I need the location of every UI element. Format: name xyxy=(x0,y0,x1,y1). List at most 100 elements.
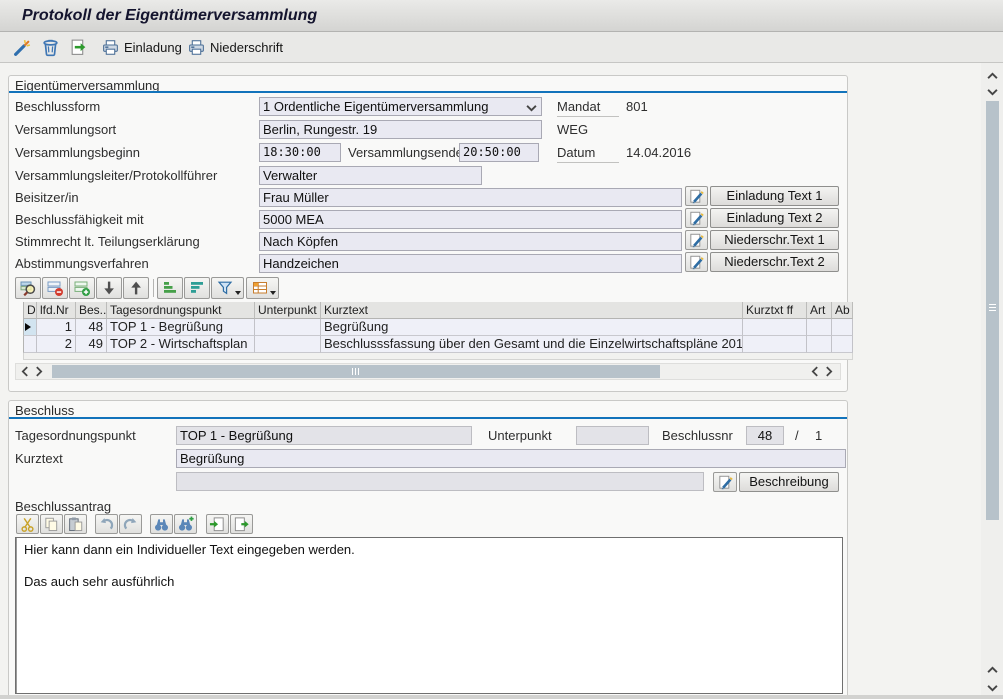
scroll-right-button[interactable] xyxy=(32,365,46,378)
focus-frame xyxy=(259,97,264,102)
insert-row-button[interactable] xyxy=(69,277,95,299)
vertical-scrollbar[interactable] xyxy=(981,63,1003,699)
versammlungsleiter-field[interactable]: Verwalter xyxy=(259,166,482,185)
unterpunkt-field[interactable] xyxy=(576,426,649,445)
move-down-button[interactable] xyxy=(96,277,122,299)
einladung-text2-button[interactable]: Einladung Text 2 xyxy=(710,208,839,228)
find-next-button[interactable] xyxy=(174,514,197,534)
column-header-tagesordnungspunkt[interactable]: Tagesordnungspunkt xyxy=(107,302,255,319)
delete-row-icon xyxy=(46,279,64,297)
table-search-button[interactable] xyxy=(15,277,41,299)
filter-icon xyxy=(216,279,234,297)
kurztext2-field[interactable] xyxy=(176,472,704,491)
export-text-button[interactable] xyxy=(230,514,253,534)
beschreibung-button[interactable]: Beschreibung xyxy=(739,472,839,492)
tagesordnungspunkt-field[interactable]: TOP 1 - Begrüßung xyxy=(176,426,472,445)
vertical-scroll-thumb[interactable] xyxy=(986,101,999,520)
beschlussantrag-textarea[interactable]: Hier kann dann ein Individueller Text ei… xyxy=(16,538,842,693)
column-header-ab[interactable]: Ab xyxy=(832,302,853,319)
dropdown-arrow-icon xyxy=(270,291,276,295)
paste-button[interactable] xyxy=(64,514,87,534)
scroll-right-button-right[interactable] xyxy=(822,365,836,378)
kurztext-field[interactable]: Begrüßung xyxy=(176,449,846,468)
scroll-down-button[interactable] xyxy=(985,85,999,98)
beschlussnr-seq: 1 xyxy=(815,426,822,445)
cell-lfdnr[interactable]: 1 xyxy=(37,319,76,336)
abstimmungsverfahren-field[interactable]: Handzeichen xyxy=(259,254,682,273)
versammlungsort-field[interactable]: Berlin, Rungestr. 19 xyxy=(259,120,542,139)
table-horizontal-scrollbar[interactable] xyxy=(15,363,841,380)
cut-button[interactable] xyxy=(16,514,39,534)
search-icon xyxy=(19,279,37,297)
cell-art[interactable] xyxy=(807,336,832,353)
cell-ab[interactable] xyxy=(832,319,853,336)
export-button[interactable] xyxy=(66,35,91,59)
scroll-left-button[interactable] xyxy=(18,365,32,378)
import-text-button[interactable] xyxy=(206,514,229,534)
column-header-lfdnr[interactable]: lfd.Nr xyxy=(37,302,76,319)
niederschrift-text2-button[interactable]: Niederschr.Text 2 xyxy=(710,252,839,272)
edit-niederschrift-text1-icon-button[interactable] xyxy=(685,230,708,250)
column-header-selection[interactable]: D.. xyxy=(23,302,37,319)
versammlungsende-field[interactable]: 20:50:00 xyxy=(459,143,539,162)
arrow-up-icon xyxy=(127,279,145,297)
column-header-bes[interactable]: Bes.. xyxy=(76,302,107,319)
datum-value: 14.04.2016 xyxy=(626,143,691,162)
versammlungsbeginn-label: Versammlungsbeginn xyxy=(15,143,140,162)
column-header-unterpunkt[interactable]: Unterpunkt xyxy=(255,302,321,319)
table-row[interactable]: 1 48 TOP 1 - Begrüßung Begrüßung xyxy=(23,319,853,336)
table-row[interactable]: 2 49 TOP 2 - Wirtschaftsplan Beschlusssf… xyxy=(23,336,853,353)
edit-beschreibung-icon-button[interactable] xyxy=(713,472,737,492)
cell-kurztxtff[interactable] xyxy=(743,336,807,353)
cell-ab[interactable] xyxy=(832,336,853,353)
undo-button[interactable] xyxy=(95,514,118,534)
cell-kurztext[interactable]: Beschlusssfassung über den Gesamt und di… xyxy=(321,336,743,353)
print-einladung-button[interactable]: Einladung xyxy=(98,35,185,59)
beschlussantrag-editor: Hier kann dann ein Individueller Text ei… xyxy=(15,537,843,694)
beschlussform-select[interactable]: 1 Ordentliche Eigentümerversammlung xyxy=(259,97,542,116)
find-button[interactable] xyxy=(150,514,173,534)
row-selector-cell[interactable] xyxy=(23,336,37,353)
print-niederschrift-button[interactable]: Niederschrift xyxy=(184,35,286,59)
stimmrecht-field[interactable]: Nach Köpfen xyxy=(259,232,682,251)
copy-button[interactable] xyxy=(40,514,63,534)
cell-kurztext[interactable]: Begrüßung xyxy=(321,319,743,336)
column-header-kurztext[interactable]: Kurztext xyxy=(321,302,743,319)
cell-bes[interactable]: 49 xyxy=(76,336,107,353)
cell-kurztxtff[interactable] xyxy=(743,319,807,336)
scroll-left-button-right[interactable] xyxy=(808,365,822,378)
delete-button[interactable] xyxy=(38,35,63,59)
edit-einladung-text1-icon-button[interactable] xyxy=(685,186,708,206)
cell-lfdnr[interactable]: 2 xyxy=(37,336,76,353)
cell-art[interactable] xyxy=(807,319,832,336)
edit-einladung-text2-icon-button[interactable] xyxy=(685,208,708,228)
move-up-button[interactable] xyxy=(123,277,149,299)
cell-tagesordnungspunkt[interactable]: TOP 1 - Begrüßung xyxy=(107,319,255,336)
redo-button[interactable] xyxy=(119,514,142,534)
cell-bes[interactable]: 48 xyxy=(76,319,107,336)
horizontal-scroll-thumb[interactable] xyxy=(52,365,660,378)
beschlussnr-field[interactable]: 48 xyxy=(746,426,784,445)
column-header-kurztxtff[interactable]: Kurztxt ff xyxy=(743,302,807,319)
scroll-down-button-bottom[interactable] xyxy=(985,681,999,694)
beschlussfaehigkeit-field[interactable]: 5000 MEA xyxy=(259,210,682,229)
cell-unterpunkt[interactable] xyxy=(255,336,321,353)
beisitzer-field[interactable]: Frau Müller xyxy=(259,188,682,207)
group-eigentuemerversammlung: Eigentümerversammlung Beschlussform 1 Or… xyxy=(8,75,848,392)
cell-tagesordnungspunkt[interactable]: TOP 2 - Wirtschaftsplan xyxy=(107,336,255,353)
scroll-up-button-bottom[interactable] xyxy=(985,663,999,676)
delete-row-button[interactable] xyxy=(42,277,68,299)
cell-unterpunkt[interactable] xyxy=(255,319,321,336)
niederschrift-text1-button[interactable]: Niederschr.Text 1 xyxy=(710,230,839,250)
edit-button[interactable] xyxy=(10,35,35,59)
table-settings-menu-button[interactable] xyxy=(246,277,279,299)
sort-ascending-button[interactable] xyxy=(157,277,183,299)
edit-niederschrift-text2-icon-button[interactable] xyxy=(685,252,708,272)
column-header-art[interactable]: Art xyxy=(807,302,832,319)
einladung-text1-button[interactable]: Einladung Text 1 xyxy=(710,186,839,206)
versammlungsbeginn-field[interactable]: 18:30:00 xyxy=(259,143,341,162)
sort-descending-button[interactable] xyxy=(184,277,210,299)
filter-menu-button[interactable] xyxy=(211,277,244,299)
scroll-up-button[interactable] xyxy=(985,69,999,82)
row-selector-cell[interactable] xyxy=(23,319,37,336)
